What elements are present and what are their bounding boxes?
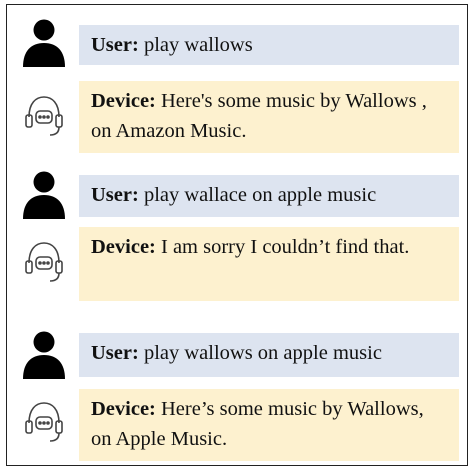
device-message-bubble: Device: I am sorry I couldn’t find that. xyxy=(79,227,459,301)
user-icon xyxy=(19,17,69,67)
message-text: I am sorry I couldn’t find that. xyxy=(161,236,410,258)
user-icon xyxy=(19,329,69,379)
device-message-bubble: Device: Here's some music by Wallows , o… xyxy=(79,81,459,153)
message-text: play wallace on apple music xyxy=(143,184,377,206)
message-text: play wallows on apple music xyxy=(143,342,382,364)
speaker-label: User: xyxy=(91,34,139,56)
message-text: play wallows xyxy=(143,34,253,56)
speaker-label: Device: xyxy=(91,90,156,112)
speaker-label: User: xyxy=(91,342,139,364)
headset-assistant-icon xyxy=(19,397,69,447)
user-message-bubble: User: play wallace on apple music xyxy=(79,175,459,217)
speaker-label: Device: xyxy=(91,398,156,420)
device-message-bubble: Device: Here’s some music by Wallows, on… xyxy=(79,389,459,461)
user-message-bubble: User: play wallows on apple music xyxy=(79,333,459,377)
headset-assistant-icon xyxy=(19,91,69,141)
headset-assistant-icon xyxy=(19,237,69,287)
dialogue-panel: User: play wallows Device: Here's some m… xyxy=(6,4,468,466)
user-icon xyxy=(19,169,69,219)
speaker-label: Device: xyxy=(91,236,156,258)
user-message-bubble: User: play wallows xyxy=(79,25,459,65)
speaker-label: User: xyxy=(91,184,139,206)
